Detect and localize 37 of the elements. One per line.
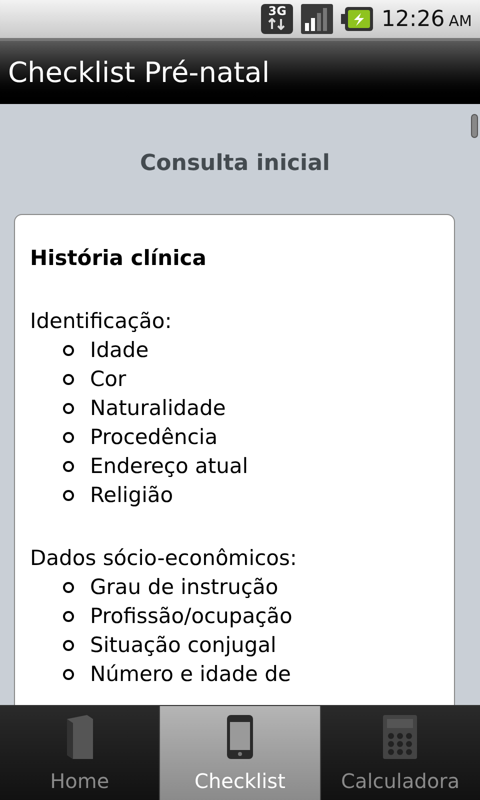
bullet-icon xyxy=(63,490,74,501)
bullet-icon xyxy=(63,374,74,385)
phone-icon xyxy=(226,715,253,759)
list-item: Idade xyxy=(90,337,149,364)
group-label: Dados sócio-econômicos: xyxy=(30,545,298,572)
clock-time: 12:26 xyxy=(381,6,445,34)
section-title: Consulta inicial xyxy=(140,150,330,178)
bullet-icon xyxy=(63,432,74,443)
network-icon: 3G xyxy=(261,4,294,34)
battery-icon xyxy=(341,7,374,31)
list-item: Número e idade de xyxy=(90,661,291,688)
list-item: Cor xyxy=(90,366,126,393)
bullet-icon xyxy=(63,403,74,414)
clock-period: AM xyxy=(448,10,472,32)
group-label: Identificação: xyxy=(30,308,173,335)
scrollbar-thumb xyxy=(471,114,478,138)
list-item: Profissão/ocupação xyxy=(90,603,292,630)
list-item: Procedência xyxy=(90,424,218,451)
bullet-icon xyxy=(63,582,74,593)
list-item: Endereço atual xyxy=(90,453,248,480)
bullet-icon xyxy=(63,611,74,622)
calculator-icon xyxy=(383,715,418,759)
list-item: Grau de instrução xyxy=(90,574,278,601)
list-item: Religião xyxy=(90,482,174,509)
bullet-icon xyxy=(63,345,74,356)
bullet-icon xyxy=(63,461,74,472)
bullet-icon xyxy=(63,669,74,680)
tab[interactable]: Calculadora xyxy=(320,706,480,800)
tab[interactable]: Checklist xyxy=(159,706,321,800)
app-title: Checklist Pré-natal xyxy=(8,54,270,90)
signal-icon xyxy=(301,4,334,34)
list-item: Situação conjugal xyxy=(90,632,276,659)
card-heading: História clínica xyxy=(30,245,208,272)
tab[interactable]: Home xyxy=(0,706,160,800)
bullet-icon xyxy=(63,640,74,651)
book-icon xyxy=(64,715,95,759)
list-item: Naturalidade xyxy=(90,395,226,422)
